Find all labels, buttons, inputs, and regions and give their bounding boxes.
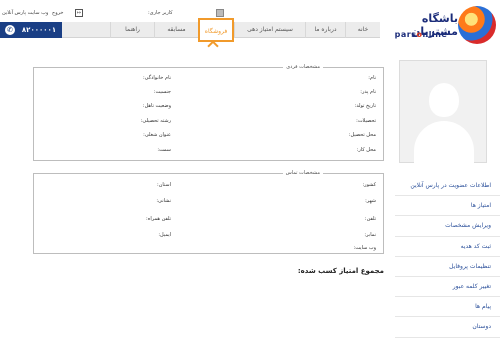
user-icon xyxy=(216,9,224,17)
phone-icon: ✆ xyxy=(5,25,15,35)
total-score-title: مجموع امتیاز کسب شده: xyxy=(297,267,384,275)
club-logo[interactable]: باشگاه مشتریان parsonline xyxy=(384,6,496,46)
exit-icon[interactable]: ↦ xyxy=(75,9,83,17)
personal-info-section: مشخصات فردی نام: نام خانوادگی: نام پدر: … xyxy=(33,64,384,161)
family-name-label: نام خانوادگی: xyxy=(142,75,171,81)
pars-online-site-link[interactable]: وب سایت پارس آنلاین xyxy=(2,10,48,16)
gender-label: جنسیت: xyxy=(153,89,171,95)
sidebar-item-change-password[interactable]: تغییر کلمه عبور xyxy=(395,277,500,298)
sidebar-item-scores[interactable]: امتیاز ها xyxy=(395,196,500,217)
globe-logo-icon xyxy=(458,6,496,44)
contact-info-legend: مشخصات تماس xyxy=(282,170,323,176)
nav-scoring-system[interactable]: سیستم امتیاز دهی xyxy=(234,22,305,38)
exit-link[interactable]: خروج xyxy=(52,10,64,16)
sidebar-item-messages[interactable]: پیام ها xyxy=(395,297,500,318)
job-title-label: عنوان شغلی: xyxy=(143,132,171,138)
nav-contest[interactable]: مسابقه xyxy=(154,22,198,38)
sidebar-item-profile-settings[interactable]: تنظیمات پروفایل xyxy=(395,257,500,277)
field-of-study-label: رشته تحصیلی: xyxy=(140,118,171,124)
personal-info-legend: مشخصات فردی xyxy=(283,64,323,70)
province-label: استان: xyxy=(157,182,171,188)
profile-avatar[interactable] xyxy=(399,60,487,163)
contact-info-section: مشخصات تماس کشور: استان: شهر: نشانی: تلف… xyxy=(33,170,384,254)
main-nav: خانه درباره ما سیستم امتیاز دهی فروشگاه … xyxy=(62,18,380,42)
mobile-label: تلفن همراه: xyxy=(146,216,171,222)
sidebar-item-edit-profile[interactable]: ویرایش مشخصات xyxy=(395,216,500,237)
phone-number: ۸۲۰۰۰۰۰۱ xyxy=(21,26,57,34)
name-label: نام: xyxy=(368,75,376,81)
country-label: کشور: xyxy=(362,182,376,188)
nav-help[interactable]: راهنما xyxy=(110,22,154,38)
sidebar-menu: اطلاعات عضویت در پارس آنلاین امتیاز ها و… xyxy=(395,176,500,338)
support-phone: ✆ ۸۲۰۰۰۰۰۱ xyxy=(0,22,62,38)
email-label: ایمیل: xyxy=(158,232,171,238)
nav-shop[interactable]: فروشگاه xyxy=(198,18,234,42)
address-label: نشانی: xyxy=(156,198,171,204)
sidebar-item-friends[interactable]: دوستان xyxy=(395,317,500,338)
position-label: سمت: xyxy=(157,147,171,153)
avatar-head-icon xyxy=(429,83,459,117)
work-place-label: محل کار: xyxy=(356,147,376,153)
phone-label: تلفن: xyxy=(364,216,376,222)
avatar-body-icon xyxy=(414,121,474,163)
nav-about[interactable]: درباره ما xyxy=(305,22,345,38)
sidebar-item-membership-info[interactable]: اطلاعات عضویت در پارس آنلاین xyxy=(395,176,500,197)
birth-date-label: تاریخ تولد: xyxy=(354,103,376,109)
sidebar-item-gift-code[interactable]: ثبت کد هدیه xyxy=(395,237,500,257)
education-label: تحصیلات: xyxy=(356,118,376,124)
logo-brand: parsonline xyxy=(394,30,448,39)
father-name-label: نام پدر: xyxy=(360,89,376,95)
city-label: شهر: xyxy=(365,198,376,204)
marital-status-label: وضعیت تاهل: xyxy=(142,103,171,109)
website-label: وب سایت: xyxy=(353,245,376,251)
nav-home[interactable]: خانه xyxy=(345,22,380,38)
fax-label: نمابر: xyxy=(364,232,376,238)
current-user-label: کاربر جاری: xyxy=(148,10,173,16)
study-place-label: محل تحصیل: xyxy=(348,132,376,138)
